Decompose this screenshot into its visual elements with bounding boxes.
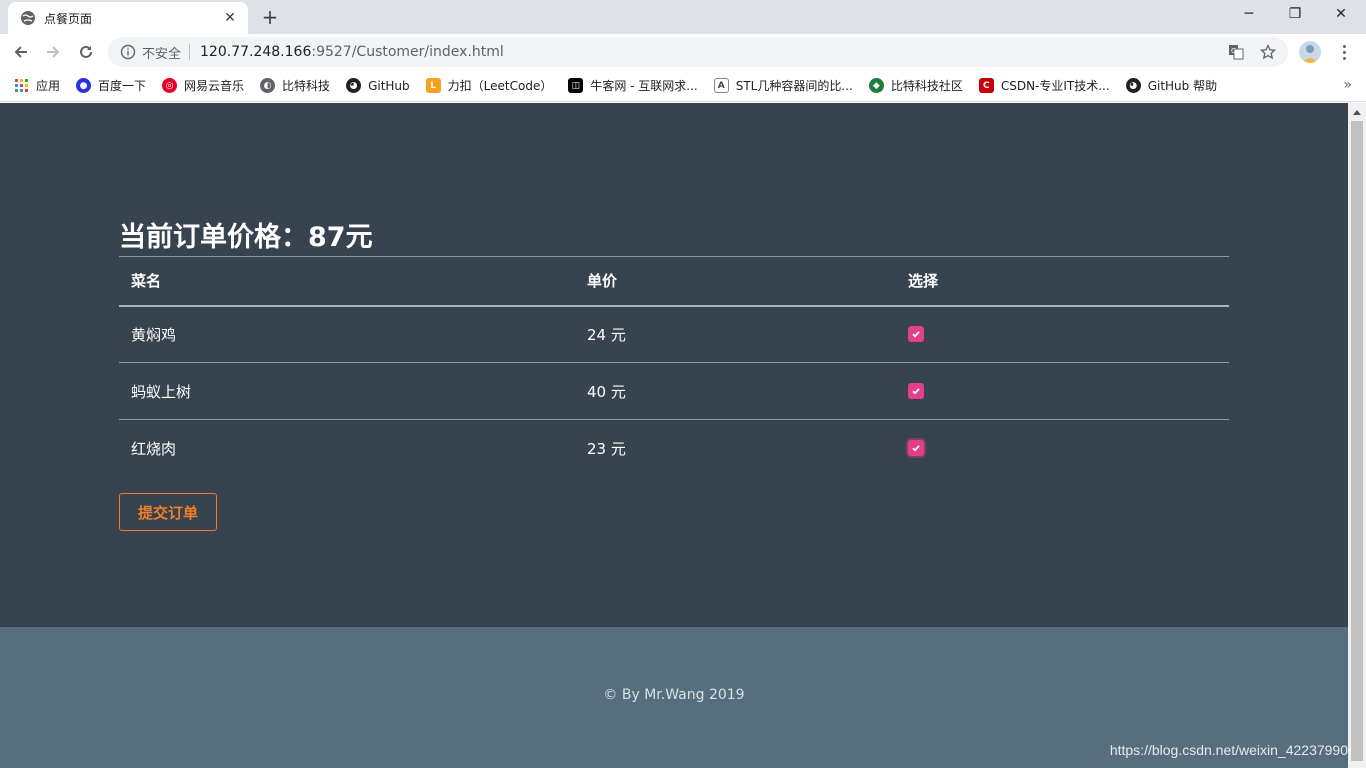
dish-checkbox[interactable] (908, 440, 924, 457)
github-icon: ◕ (1125, 78, 1141, 93)
forward-button[interactable] (41, 40, 65, 64)
tab-title: 点餐页面 (44, 11, 93, 26)
table-row: 红烧肉 23 元 (119, 420, 1229, 477)
nowcoder-icon: ◫ (568, 78, 584, 93)
bookmark-baidu[interactable]: ● 百度一下 (76, 77, 146, 94)
bookmark-label: 力扣（LeetCode） (447, 79, 553, 93)
header-select: 选择 (896, 256, 1229, 307)
new-tab-button[interactable]: + (258, 6, 282, 30)
bookmark-csdn[interactable]: C CSDN-专业IT技术... (978, 77, 1110, 94)
browser-menu-button[interactable] (1334, 42, 1354, 62)
bookmark-label: STL几种容器间的比... (735, 79, 853, 93)
arrow-left-icon (14, 46, 27, 58)
leetcode-icon: L (425, 78, 441, 93)
bookmarks-bar: 应用 ● 百度一下 ◎ 网易云音乐 ◐ 比特科技 ◕ GitHub L 力扣（L… (0, 70, 1366, 102)
tab-close-icon[interactable]: ✕ (222, 10, 238, 26)
tab-strip: 点餐页面 ✕ + ─ ❐ ✕ (0, 0, 1366, 34)
bookmark-label: GitHub 帮助 (1147, 79, 1218, 93)
info-icon[interactable] (120, 44, 136, 60)
globe-icon (20, 10, 36, 26)
address-bar[interactable]: 不安全 120.77.248.166 :9527/Customer/index.… (108, 37, 1288, 67)
bookmark-label: 牛客网 - 互联网求... (590, 79, 698, 93)
header-dish-name: 菜名 (119, 256, 575, 307)
bookmark-stl[interactable]: A STL几种容器间的比... (713, 77, 853, 94)
arrow-right-icon (47, 46, 60, 58)
checkmark-icon (912, 331, 920, 338)
table-header-row: 菜名 单价 选择 (119, 256, 1229, 307)
netease-music-icon: ◎ (162, 78, 178, 93)
bookmark-apps[interactable]: 应用 (14, 77, 60, 94)
bookmark-nowcoder[interactable]: ◫ 牛客网 - 互联网求... (568, 77, 698, 94)
reload-button[interactable] (74, 40, 98, 64)
dish-table: 菜名 单价 选择 黄焖鸡 24 元 蚂蚁上树 40 元 红烧肉 23 元 (119, 256, 1229, 477)
dish-checkbox[interactable] (908, 326, 924, 343)
csdn-icon: C (978, 78, 994, 93)
scroll-up-arrow-icon[interactable] (1348, 103, 1366, 120)
order-section: 当前订单价格：87元 菜名 单价 选择 黄焖鸡 24 元 蚂蚁上树 40 元 红… (0, 103, 1348, 627)
window-restore-button[interactable]: ❐ (1272, 0, 1318, 30)
github-icon: ◕ (346, 78, 362, 93)
url-host: 120.77.248.166 (200, 44, 312, 60)
profile-avatar[interactable] (1299, 41, 1321, 63)
svg-text:G: G (1231, 47, 1236, 55)
stl-icon: A (713, 78, 729, 93)
reload-icon (80, 45, 92, 58)
bookmark-label: GitHub (368, 78, 410, 93)
bookmark-github[interactable]: ◕ GitHub (346, 78, 410, 93)
window-close-button[interactable]: ✕ (1318, 0, 1364, 30)
page-footer: © By Mr.Wang 2019 https://blog.csdn.net/… (0, 627, 1348, 768)
browser-toolbar: 不安全 120.77.248.166 :9527/Customer/index.… (0, 34, 1366, 70)
window-minimize-button[interactable]: ─ (1226, 0, 1272, 30)
order-total-title: 当前订单价格：87元 (119, 222, 373, 253)
dish-name: 黄焖鸡 (119, 305, 575, 363)
apps-grid-icon (14, 78, 29, 93)
table-row: 蚂蚁上树 40 元 (119, 362, 1229, 420)
dish-checkbox[interactable] (908, 383, 924, 399)
bookmark-bit-community[interactable]: ◆ 比特科技社区 (868, 77, 963, 94)
header-unit-price: 单价 (575, 256, 896, 307)
bookmark-leetcode[interactable]: L 力扣（LeetCode） (425, 77, 553, 94)
globe-icon: ◐ (260, 78, 276, 93)
vertical-scrollbar[interactable] (1348, 103, 1366, 768)
dish-price: 24 元 (575, 305, 896, 363)
bookmark-label: 网易云音乐 (184, 79, 245, 93)
dish-name: 蚂蚁上树 (119, 362, 575, 420)
translate-icon[interactable]: G (1228, 44, 1244, 60)
bookmark-netease-music[interactable]: ◎ 网易云音乐 (162, 77, 244, 94)
bookmark-github-help[interactable]: ◕ GitHub 帮助 (1125, 77, 1218, 94)
back-button[interactable] (9, 40, 33, 64)
bookmark-label: 应用 (36, 79, 61, 93)
watermark-url: https://blog.csdn.net/weixin_42237990 (1109, 742, 1348, 758)
dish-name: 红烧肉 (131, 439, 177, 458)
bookmarks-overflow-button[interactable]: » (1343, 77, 1352, 93)
baidu-paw-icon: ● (76, 78, 92, 93)
bit-community-icon: ◆ (868, 78, 884, 93)
bookmark-label: 比特科技 (282, 79, 331, 93)
bookmark-star-icon[interactable] (1260, 44, 1276, 60)
bookmark-label: 比特科技社区 (890, 79, 963, 93)
dish-price: 23 元 (587, 439, 626, 458)
footer-copyright: © By Mr.Wang 2019 (603, 687, 745, 703)
browser-tab[interactable]: 点餐页面 ✕ (8, 2, 248, 34)
table-row: 黄焖鸡 24 元 (119, 305, 1229, 363)
security-label: 不安全 (142, 46, 182, 62)
submit-order-button[interactable]: 提交订单 (119, 493, 217, 531)
bookmark-label: CSDN-专业IT技术... (1000, 79, 1110, 93)
checkmark-icon (912, 445, 920, 452)
omnibox-divider (189, 44, 191, 60)
checkmark-icon (912, 388, 920, 395)
page-viewport: 当前订单价格：87元 菜名 单价 选择 黄焖鸡 24 元 蚂蚁上树 40 元 红… (0, 103, 1348, 768)
dish-price: 40 元 (575, 362, 896, 420)
url-path: :9527/Customer/index.html (311, 44, 504, 60)
bookmark-label: 百度一下 (98, 79, 147, 93)
scrollbar-thumb[interactable] (1351, 121, 1363, 761)
bookmark-bit-tech[interactable]: ◐ 比特科技 (260, 77, 330, 94)
